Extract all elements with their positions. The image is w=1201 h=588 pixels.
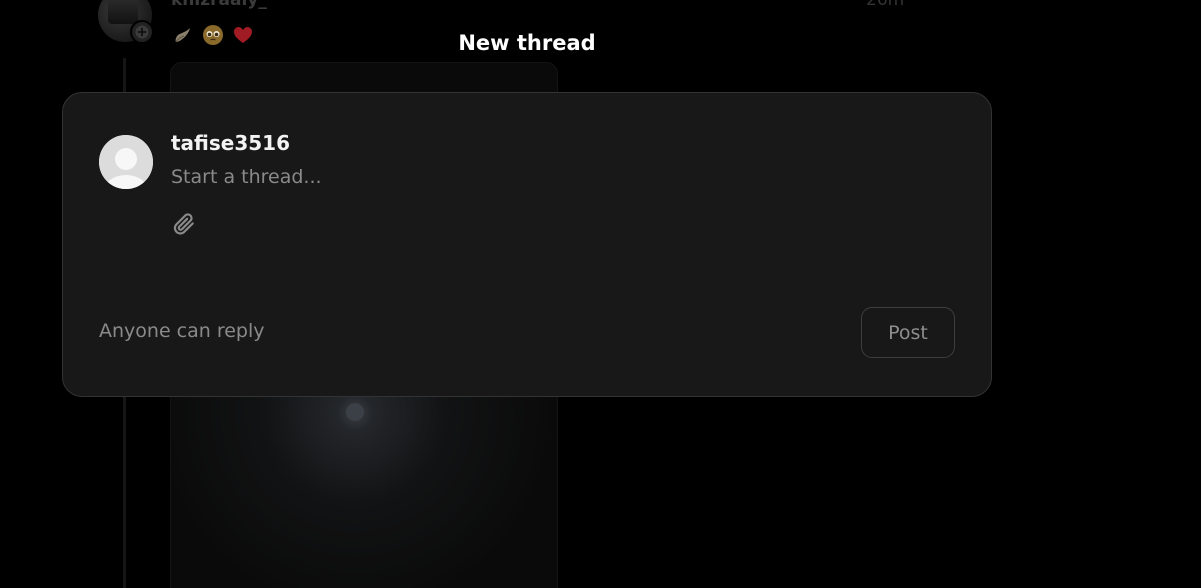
composer-username: tafise3516 (171, 131, 291, 155)
post-timestamp: 26m (866, 0, 905, 10)
modal-title: New thread (458, 31, 596, 55)
new-thread-modal: tafise3516 Anyone can reply Post (62, 92, 992, 397)
thread-text-input[interactable] (169, 161, 873, 193)
reply-permission-selector[interactable]: Anyone can reply (99, 320, 265, 342)
more-options-icon: ··· (930, 0, 950, 7)
post-button[interactable]: Post (861, 307, 955, 358)
threads-app: khizraaly_ 26m ··· (0, 0, 1201, 588)
post-author-username: khizraaly_ (171, 0, 267, 10)
user-avatar (99, 135, 153, 189)
paperclip-icon[interactable] (169, 209, 199, 239)
